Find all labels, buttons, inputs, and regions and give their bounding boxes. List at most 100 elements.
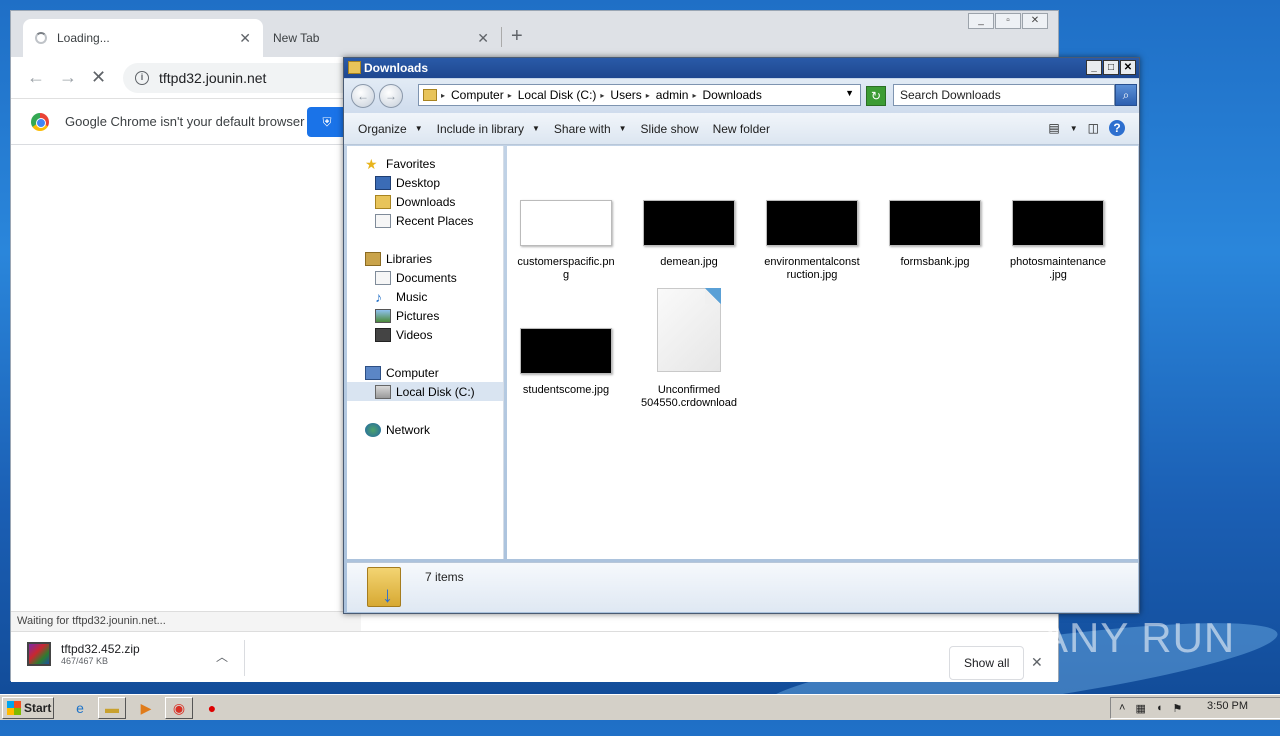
set-default-button[interactable]: ⛨ [307, 107, 347, 137]
nav-computer[interactable]: Computer [347, 363, 503, 382]
breadcrumb-local-disk[interactable]: Local Disk (C:) [518, 88, 597, 102]
download-size: 467/467 KB [61, 656, 109, 666]
image-thumbnail [520, 328, 612, 374]
maximize-icon[interactable]: ▫ [995, 13, 1021, 29]
breadcrumb-downloads[interactable]: Downloads [702, 88, 761, 102]
slide-show-button[interactable]: Slide show [641, 122, 699, 136]
details-pane: 7 items [347, 562, 1138, 612]
minimize-icon[interactable]: _ [1086, 60, 1102, 75]
forward-icon[interactable]: → [59, 67, 77, 88]
image-thumbnail [1012, 200, 1104, 246]
star-icon: ★ [365, 155, 378, 172]
media-player-icon[interactable]: ▶ [132, 697, 160, 719]
address-bar[interactable]: ▸ Computer ▸ Local Disk (C:) ▸ Users ▸ a… [418, 84, 861, 106]
share-with-button[interactable]: Share with ▼ [554, 122, 627, 136]
desktop-icon [375, 175, 391, 190]
help-icon[interactable]: ? [1109, 120, 1125, 136]
network-icon [365, 422, 381, 437]
tab-label: New Tab [273, 31, 320, 45]
document-icon [657, 288, 721, 372]
image-thumbnail [889, 200, 981, 246]
search-input[interactable]: Search Downloads [893, 84, 1115, 106]
file-item[interactable]: Unconfirmed 504550.crdownload [639, 288, 739, 410]
nav-videos[interactable]: Videos [347, 325, 503, 344]
tab-loading[interactable]: Loading... ✕ [23, 19, 263, 57]
chrome-taskbar-icon[interactable]: ◉ [165, 697, 193, 719]
breadcrumb-users[interactable]: Users [610, 88, 641, 102]
search-icon[interactable]: ⌕ [1115, 84, 1137, 106]
start-button[interactable]: Start [2, 697, 54, 719]
change-view-icon[interactable]: ▤ [1048, 121, 1059, 135]
file-item[interactable]: customerspacific.pn g [516, 200, 616, 282]
volume-icon[interactable]: ◖ [1156, 702, 1163, 714]
nav-pictures[interactable]: Pictures [347, 306, 503, 325]
clock[interactable]: 3:50 PM [1207, 700, 1248, 712]
close-icon[interactable]: ✕ [1022, 13, 1048, 29]
nav-music[interactable]: ♪ Music [347, 287, 503, 306]
videos-icon [375, 327, 391, 342]
breadcrumb-computer[interactable]: Computer [451, 88, 504, 102]
nav-documents[interactable]: Documents [347, 268, 503, 287]
close-icon[interactable]: ✕ [1120, 60, 1136, 75]
include-in-library-button[interactable]: Include in library ▼ [437, 122, 540, 136]
chevron-up-icon[interactable]: ︿ [216, 648, 228, 665]
refresh-icon[interactable]: ↻ [866, 86, 886, 106]
status-bubble: Waiting for tftpd32.jounin.net... [11, 611, 361, 631]
tab-separator [501, 27, 502, 47]
preview-pane-icon[interactable]: ◫ [1088, 121, 1099, 135]
file-item[interactable]: environmentalconst ruction.jpg [762, 200, 862, 282]
nav-desktop[interactable]: Desktop [347, 173, 503, 192]
nav-downloads[interactable]: Downloads [347, 192, 503, 211]
nav-libraries[interactable]: Libraries [347, 249, 503, 268]
window-title: Downloads [364, 61, 429, 75]
ie-icon[interactable]: e [66, 697, 94, 719]
download-shelf: tftpd32.452.zip 467/467 KB ︿ Show all ✕ [11, 631, 1058, 682]
show-hidden-icon[interactable]: ˄ [1119, 702, 1125, 714]
nav-favorites[interactable]: ★ Favorites [347, 154, 503, 173]
computer-icon [365, 365, 381, 380]
breadcrumb-admin[interactable]: admin [656, 88, 689, 102]
minimize-icon[interactable]: _ [968, 13, 994, 29]
new-folder-button[interactable]: New folder [713, 122, 770, 136]
nav-local-disk[interactable]: Local Disk (C:) [347, 382, 503, 401]
flag-icon[interactable]: ⚑ [1173, 702, 1183, 715]
system-tray: ˄ ▦ ◖ ⚑ [1110, 697, 1280, 719]
tab-new[interactable]: New Tab ✕ [261, 19, 501, 57]
chevron-down-icon[interactable]: ▼ [1070, 124, 1078, 133]
show-all-button[interactable]: Show all [949, 646, 1025, 680]
image-thumbnail [643, 200, 735, 246]
file-item[interactable]: demean.jpg [639, 200, 739, 269]
download-filename: tftpd32.452.zip [61, 642, 140, 656]
tab-close-icon[interactable]: ✕ [239, 30, 251, 47]
download-item[interactable]: tftpd32.452.zip 467/467 KB [27, 642, 140, 666]
window-controls: _ ▫ ✕ [967, 13, 1048, 29]
stop-icon[interactable]: ✕ [91, 67, 106, 88]
explorer-taskbar-icon[interactable]: ▬ [98, 697, 126, 719]
nav-network[interactable]: Network [347, 420, 503, 439]
disk-icon [375, 384, 391, 399]
file-item[interactable]: studentscome.jpg [516, 328, 616, 397]
file-item[interactable]: formsbank.jpg [885, 200, 985, 269]
back-icon[interactable]: ← [27, 67, 45, 88]
info-icon[interactable]: i [135, 71, 149, 85]
items-count: 7 items [425, 570, 464, 584]
folder-icon [348, 61, 361, 74]
opera-icon[interactable]: ● [198, 697, 226, 719]
back-icon[interactable]: ← [351, 84, 375, 108]
nav-recent-places[interactable]: Recent Places [347, 211, 503, 230]
forward-icon[interactable]: → [379, 84, 403, 108]
new-tab-icon[interactable]: + [511, 25, 523, 48]
organize-button[interactable]: Organize ▼ [358, 122, 423, 136]
documents-icon [375, 270, 391, 285]
tab-close-icon[interactable]: ✕ [477, 30, 489, 47]
libraries-icon [365, 251, 381, 266]
network-tray-icon[interactable]: ▦ [1135, 702, 1145, 715]
file-list: customerspacific.pn g demean.jpg environ… [507, 146, 1138, 559]
tab-strip: Loading... ✕ New Tab ✕ + _ ▫ ✕ [11, 11, 1058, 57]
folder-icon [423, 89, 437, 101]
maximize-icon[interactable]: □ [1103, 60, 1119, 75]
file-item[interactable]: photosmaintenance .jpg [1008, 200, 1108, 282]
chevron-down-icon[interactable]: ▼ [845, 88, 854, 98]
tab-label: Loading... [57, 31, 110, 45]
explorer-titlebar[interactable]: Downloads _ □ ✕ [344, 58, 1139, 78]
